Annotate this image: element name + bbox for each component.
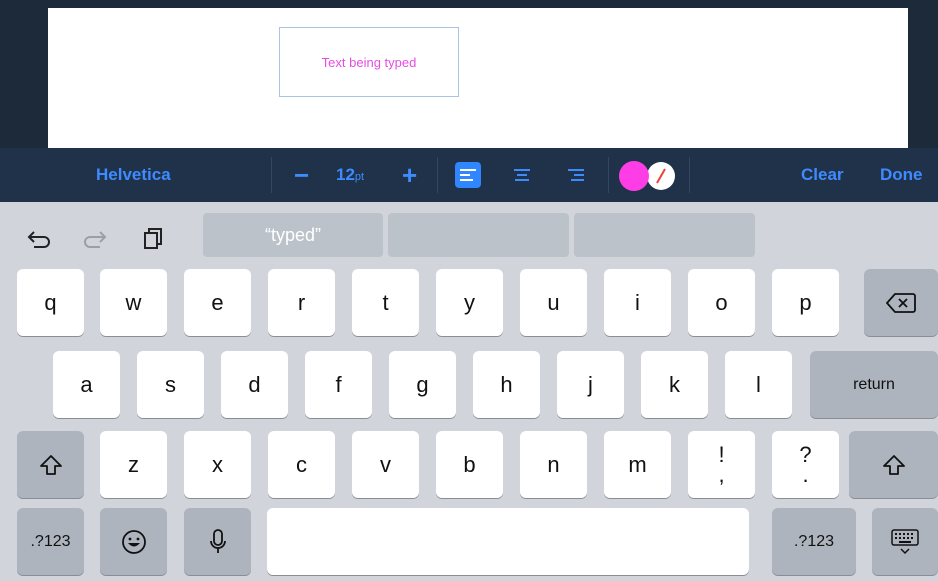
font-picker-button[interactable]: Helvetica xyxy=(96,165,171,185)
align-right-button[interactable] xyxy=(563,162,589,188)
shift-icon xyxy=(882,454,905,475)
key-a[interactable]: a xyxy=(53,351,120,418)
align-left-button[interactable] xyxy=(455,162,481,188)
align-center-button[interactable] xyxy=(509,162,535,188)
suggestion-1[interactable]: “typed” xyxy=(203,213,383,257)
shift-key-right[interactable] xyxy=(849,431,938,498)
shift-icon xyxy=(39,454,62,475)
key-question-period[interactable]: ? . xyxy=(772,431,839,498)
align-left-icon xyxy=(460,169,476,181)
key-s[interactable]: s xyxy=(137,351,204,418)
key-v[interactable]: v xyxy=(352,431,419,498)
dictation-key[interactable] xyxy=(184,508,251,575)
font-size-value: 12 xyxy=(336,165,355,184)
key-b[interactable]: b xyxy=(436,431,503,498)
key-bottom-char: . xyxy=(802,461,809,487)
text-box[interactable]: Text being typed xyxy=(279,27,459,97)
paste-icon xyxy=(144,228,162,249)
key-z[interactable]: z xyxy=(100,431,167,498)
key-d[interactable]: d xyxy=(221,351,288,418)
keyboard-dismiss-icon xyxy=(891,528,919,554)
key-g[interactable]: g xyxy=(389,351,456,418)
key-i[interactable]: i xyxy=(604,269,671,336)
space-bar[interactable] xyxy=(267,508,749,575)
hide-keyboard-key[interactable] xyxy=(872,508,938,575)
align-right-icon xyxy=(568,169,584,181)
toolbar-divider xyxy=(271,157,272,193)
emoji-key[interactable] xyxy=(100,508,167,575)
suggestion-2[interactable] xyxy=(388,213,569,257)
text-box-content: Text being typed xyxy=(321,54,417,70)
key-m[interactable]: m xyxy=(604,431,671,498)
return-key[interactable]: return xyxy=(810,351,938,418)
backspace-icon xyxy=(886,292,916,313)
paste-button[interactable] xyxy=(139,223,169,253)
color-swatch-icon xyxy=(619,161,675,191)
redo-button[interactable] xyxy=(80,223,110,253)
key-c[interactable]: c xyxy=(268,431,335,498)
decrease-size-button[interactable]: − xyxy=(294,160,309,191)
key-p[interactable]: p xyxy=(772,269,839,336)
key-o[interactable]: o xyxy=(688,269,755,336)
key-q[interactable]: q xyxy=(17,269,84,336)
font-size-unit: pt xyxy=(354,171,365,183)
numbers-key-right[interactable]: .?123 xyxy=(772,508,856,575)
key-j[interactable]: j xyxy=(557,351,624,418)
clear-button[interactable]: Clear xyxy=(801,165,844,185)
key-bottom-char: , xyxy=(718,461,725,487)
numbers-key-left[interactable]: .?123 xyxy=(17,508,84,575)
increase-size-button[interactable]: + xyxy=(402,160,417,191)
color-picker-button[interactable] xyxy=(617,160,679,192)
key-exclamation-comma[interactable]: ! , xyxy=(688,431,755,498)
key-l[interactable]: l xyxy=(725,351,792,418)
key-u[interactable]: u xyxy=(520,269,587,336)
key-w[interactable]: w xyxy=(100,269,167,336)
key-y[interactable]: y xyxy=(436,269,503,336)
toolbar-divider xyxy=(437,157,438,193)
key-f[interactable]: f xyxy=(305,351,372,418)
undo-icon xyxy=(27,231,50,248)
key-e[interactable]: e xyxy=(184,269,251,336)
key-r[interactable]: r xyxy=(268,269,335,336)
microphone-icon xyxy=(209,528,226,553)
key-t[interactable]: t xyxy=(352,269,419,336)
toolbar-divider xyxy=(689,157,690,193)
undo-button[interactable] xyxy=(24,223,54,253)
key-n[interactable]: n xyxy=(520,431,587,498)
key-h[interactable]: h xyxy=(473,351,540,418)
key-x[interactable]: x xyxy=(184,431,251,498)
document-page[interactable] xyxy=(48,8,908,148)
toolbar-divider xyxy=(608,157,609,193)
shift-key-left[interactable] xyxy=(17,431,84,498)
redo-icon xyxy=(84,231,107,248)
emoji-icon xyxy=(121,529,146,554)
font-size-display: 12pt xyxy=(336,165,364,185)
key-k[interactable]: k xyxy=(641,351,708,418)
suggestion-3[interactable] xyxy=(574,213,755,257)
delete-key[interactable] xyxy=(864,269,938,336)
done-button[interactable]: Done xyxy=(880,165,923,185)
align-center-icon xyxy=(514,169,530,181)
